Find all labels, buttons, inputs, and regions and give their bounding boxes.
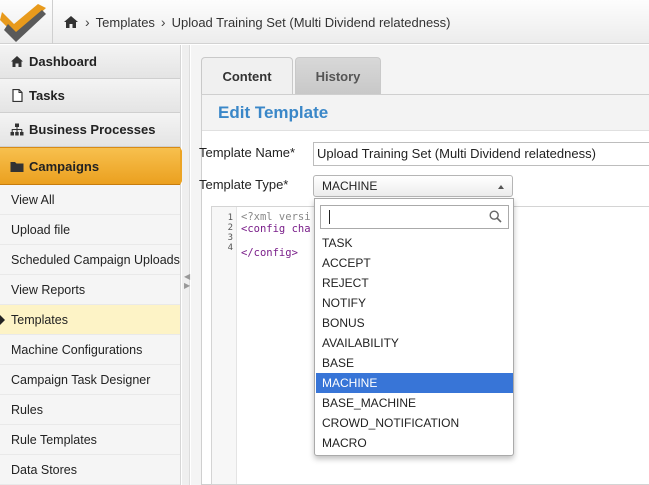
sidebar-subitem-view-reports[interactable]: View Reports — [0, 275, 180, 305]
search-icon — [489, 210, 502, 223]
line-number: 1 — [227, 213, 233, 223]
sitemap-icon — [10, 123, 24, 136]
text-cursor — [329, 210, 330, 224]
tab-bar: Content History — [201, 57, 381, 94]
option-task[interactable]: TASK — [316, 233, 513, 253]
sidebar-item-label: Dashboard — [29, 54, 97, 69]
code-line: </config> — [241, 247, 298, 259]
sidebar-item-business-processes[interactable]: Business Processes — [0, 113, 180, 147]
sidebar-item-label: Tasks — [29, 88, 65, 103]
option-base[interactable]: BASE — [316, 353, 513, 373]
sidebar-subitem-data-stores[interactable]: Data Stores — [0, 455, 180, 485]
option-machine[interactable]: MACHINE — [316, 373, 513, 393]
breadcrumb-separator: › — [85, 14, 90, 30]
sidebar-subitem-campaign-task-designer[interactable]: Campaign Task Designer — [0, 365, 180, 395]
dropdown-search-input[interactable] — [320, 205, 509, 229]
sidebar-item-label: Business Processes — [29, 122, 156, 137]
template-name-label: Template Name* — [199, 145, 296, 160]
sidebar-splitter[interactable]: ◀ ▶ — [182, 45, 190, 485]
sidebar-subitem-upload-file[interactable]: Upload file — [0, 215, 180, 245]
header-divider — [52, 0, 53, 44]
breadcrumb: › Templates › Upload Training Set (Multi… — [63, 13, 451, 31]
tab-history[interactable]: History — [295, 57, 381, 94]
option-bonus[interactable]: BONUS — [316, 313, 513, 333]
sidebar-item-label: Campaigns — [29, 158, 100, 174]
template-type-label: Template Type* — [199, 177, 289, 192]
option-macro[interactable]: MACRO — [316, 433, 513, 453]
sidebar-item-dashboard[interactable]: Dashboard — [0, 45, 180, 79]
page-title: Edit Template — [202, 95, 649, 131]
line-number: 2 — [227, 223, 233, 233]
chevron-up-icon — [498, 185, 504, 189]
sidebar-subitem-rule-templates[interactable]: Rule Templates — [0, 425, 180, 455]
folder-icon — [10, 161, 24, 172]
option-reject[interactable]: REJECT — [316, 273, 513, 293]
sidebar-subitem-rules[interactable]: Rules — [0, 395, 180, 425]
dropdown-options: TASK ACCEPT REJECT NOTIFY BONUS AVAILABI… — [316, 233, 513, 453]
option-accept[interactable]: ACCEPT — [316, 253, 513, 273]
home-icon[interactable] — [63, 15, 79, 29]
template-name-input[interactable]: Upload Training Set (Multi Dividend rela… — [313, 142, 649, 166]
template-type-select[interactable]: MACHINE — [313, 175, 513, 197]
breadcrumb-templates[interactable]: Templates — [96, 15, 155, 30]
document-icon — [12, 89, 23, 102]
tab-content[interactable]: Content — [201, 57, 293, 94]
sidebar-subitem-scheduled-uploads[interactable]: Scheduled Campaign Uploads — [0, 245, 180, 275]
option-availability[interactable]: AVAILABILITY — [316, 333, 513, 353]
sidebar-subitem-view-all[interactable]: View All — [0, 185, 180, 215]
template-type-value: MACHINE — [322, 179, 378, 193]
sidebar-subitem-machine-configurations[interactable]: Machine Configurations — [0, 335, 180, 365]
code-text[interactable]: <?xml versi <config cha </config> — [241, 211, 311, 259]
app-logo[interactable] — [0, 0, 50, 44]
option-crowd-notification[interactable]: CROWD_NOTIFICATION — [316, 413, 513, 433]
sidebar-item-campaigns[interactable]: Campaigns — [0, 147, 190, 185]
template-type-dropdown: TASK ACCEPT REJECT NOTIFY BONUS AVAILABI… — [314, 198, 514, 456]
top-header: › Templates › Upload Training Set (Multi… — [0, 0, 649, 44]
breadcrumb-separator: › — [160, 14, 166, 30]
breadcrumb-current: Upload Training Set (Multi Dividend rela… — [171, 14, 451, 30]
template-name-row: Template Name* — [199, 145, 304, 160]
sidebar: Dashboard Tasks Business Processes Campa… — [0, 45, 190, 485]
code-line: <?xml versi — [241, 211, 311, 223]
line-number-gutter: 1 2 3 4 — [212, 207, 237, 484]
line-number: 4 — [227, 243, 233, 253]
template-type-row: Template Type* — [199, 177, 304, 192]
sidebar-subitem-templates[interactable]: Templates — [0, 305, 180, 335]
collapse-grip-icon[interactable]: ◀ ▶ — [184, 272, 190, 290]
code-line: <config cha — [241, 223, 311, 235]
sidebar-item-tasks[interactable]: Tasks — [0, 79, 180, 113]
line-number: 3 — [227, 233, 233, 243]
option-base-machine[interactable]: BASE_MACHINE — [316, 393, 513, 413]
home-icon — [11, 56, 23, 67]
option-notify[interactable]: NOTIFY — [316, 293, 513, 313]
